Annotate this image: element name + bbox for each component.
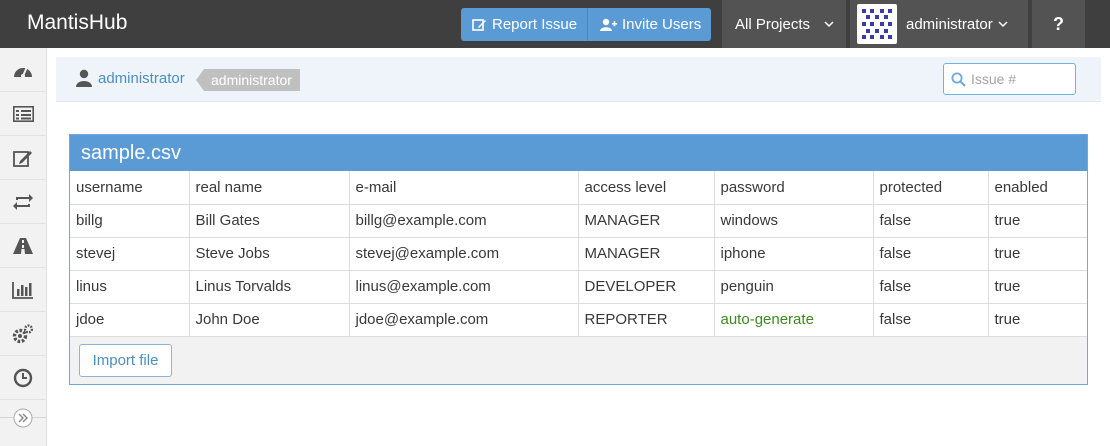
report-issue-button[interactable]: Report Issue	[461, 8, 588, 41]
help-label: ?	[1053, 13, 1064, 34]
table-cell: Steve Jobs	[189, 237, 350, 271]
sidebar-item-changelog[interactable]	[0, 180, 46, 224]
table-cell: DEVELOPER	[578, 270, 715, 304]
brand-logo[interactable]: MantisHub	[27, 11, 127, 35]
project-selector[interactable]: All Projects	[722, 0, 846, 48]
changelog-icon	[13, 193, 33, 210]
table-cell: MANAGER	[578, 204, 715, 238]
table-cell: MANAGER	[578, 237, 715, 271]
column-header: password	[714, 171, 874, 205]
table-cell: true	[988, 204, 1087, 238]
table-row: jdoe John Doe jdoe@example.com REPORTER …	[70, 303, 1087, 337]
import-preview-widget: sample.csv username real name e-mail acc…	[69, 134, 1088, 385]
report-issue-icon	[13, 150, 32, 167]
column-header: username	[70, 171, 190, 205]
invite-users-label: Invite Users	[622, 16, 702, 33]
table-cell: jdoe@example.com	[349, 303, 579, 337]
column-header: protected	[873, 171, 989, 205]
table-cell: Bill Gates	[189, 204, 350, 238]
chevron-down-icon	[998, 20, 1008, 27]
import-file-button[interactable]: Import file	[79, 344, 172, 377]
table-cell: John Doe	[189, 303, 350, 337]
breadcrumb-user-label: administrator	[98, 69, 185, 87]
table-cell: windows	[714, 204, 874, 238]
breadcrumb: administrator administrator	[56, 57, 1101, 102]
table-cell: false	[873, 237, 989, 271]
sidebar	[0, 48, 47, 446]
double-chevron-right-icon	[13, 408, 33, 428]
sidebar-item-report-issue[interactable]	[0, 136, 46, 180]
table-cell: true	[988, 270, 1087, 304]
issue-number-input[interactable]	[971, 71, 1071, 87]
table-cell: stevej	[70, 237, 190, 271]
column-header: enabled	[988, 171, 1087, 205]
sidebar-collapse-toggle[interactable]	[0, 403, 46, 433]
table-cell: REPORTER	[578, 303, 715, 337]
column-header: access level	[578, 171, 715, 205]
project-selector-label: All Projects	[735, 15, 811, 33]
table-cell: false	[873, 204, 989, 238]
table-header-row: username real name e-mail access level p…	[70, 171, 1087, 205]
table-cell: linus	[70, 270, 190, 304]
sidebar-item-timeline[interactable]	[0, 356, 46, 400]
table-cell: billg	[70, 204, 190, 238]
chevron-down-icon	[824, 20, 834, 27]
access-level-tag: administrator	[196, 69, 300, 91]
table-cell: false	[873, 270, 989, 304]
widget-title: sample.csv	[70, 135, 1087, 171]
table-row: billg Bill Gates billg@example.com MANAG…	[70, 204, 1087, 238]
table-row: stevej Steve Jobs stevej@example.com MAN…	[70, 237, 1087, 271]
sidebar-item-view-issues[interactable]	[0, 92, 46, 136]
table-cell: jdoe	[70, 303, 190, 337]
breadcrumb-user-link[interactable]: administrator	[76, 69, 185, 87]
table-cell: billg@example.com	[349, 204, 579, 238]
column-header: real name	[189, 171, 350, 205]
user-menu-label: administrator	[906, 15, 993, 33]
table-cell: stevej@example.com	[349, 237, 579, 271]
manage-icon	[12, 323, 34, 343]
avatar	[857, 4, 897, 44]
table-row: linus Linus Torvalds linus@example.com D…	[70, 270, 1087, 304]
search-icon	[951, 72, 966, 87]
dashboard-icon	[14, 66, 32, 78]
roadmap-icon	[13, 237, 33, 254]
table-cell-auto-generate: auto-generate	[714, 303, 874, 337]
view-issues-icon	[12, 105, 34, 122]
users-table: username real name e-mail access level p…	[70, 171, 1087, 337]
invite-users-button[interactable]: Invite Users	[588, 8, 711, 41]
sidebar-item-dashboard[interactable]	[0, 48, 46, 92]
table-cell: false	[873, 303, 989, 337]
table-cell: linus@example.com	[349, 270, 579, 304]
identicon-icon	[862, 9, 892, 39]
user-menu[interactable]: administrator	[850, 0, 1028, 48]
table-cell: Linus Torvalds	[189, 270, 350, 304]
sidebar-item-roadmap[interactable]	[0, 224, 46, 268]
sidebar-item-manage[interactable]	[0, 312, 46, 356]
user-icon	[76, 69, 92, 87]
navbar: MantisHub Report Issue Invite Users All …	[0, 0, 1110, 48]
column-header: e-mail	[349, 171, 579, 205]
issue-search-box[interactable]	[943, 63, 1076, 95]
table-cell: iphone	[714, 237, 874, 271]
table-cell: penguin	[714, 270, 874, 304]
user-plus-icon	[600, 18, 617, 31]
timeline-icon	[13, 368, 33, 387]
sidebar-item-summary[interactable]	[0, 268, 46, 312]
summary-icon	[12, 281, 33, 299]
report-issue-label: Report Issue	[492, 16, 578, 33]
help-button[interactable]: ?	[1032, 0, 1085, 48]
table-cell: true	[988, 303, 1087, 337]
table-cell: true	[988, 237, 1087, 271]
edit-icon	[472, 18, 486, 31]
